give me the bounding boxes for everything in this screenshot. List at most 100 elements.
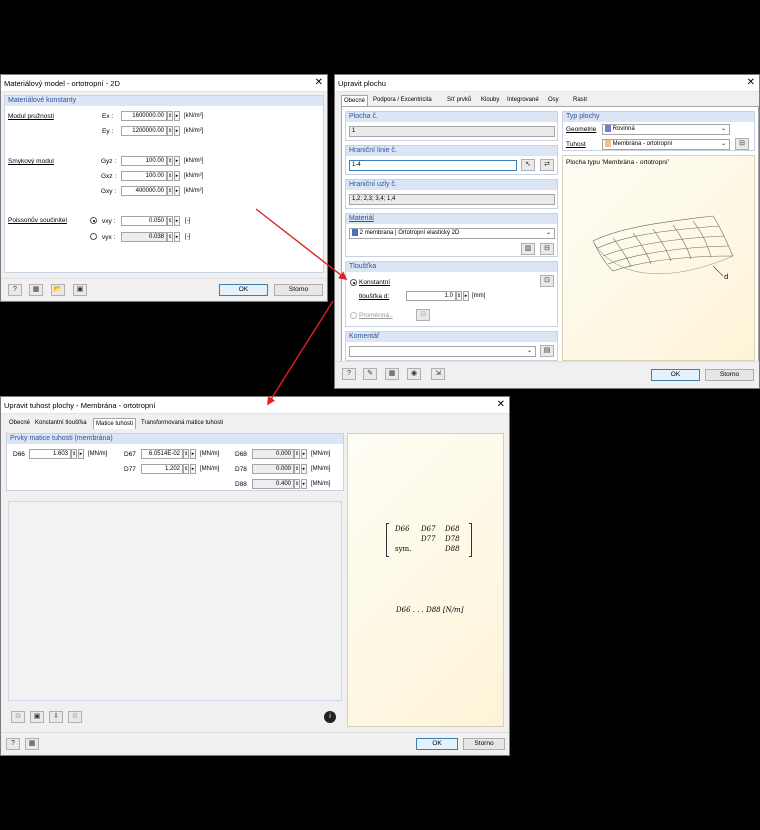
stiffness-color-icon [605,140,611,147]
material-library-icon[interactable]: ▥ [521,243,535,255]
vyx-input[interactable]: 0.038 [121,232,167,242]
ok-button[interactable]: OK [416,738,458,750]
d66-spinner[interactable]: ⇕ [71,449,77,459]
cancel-button[interactable]: Storno [463,738,505,750]
close-icon[interactable]: ✕ [497,400,505,410]
select-lines-icon[interactable]: ⇄ [540,159,554,171]
surface-preview: Plocha typu 'Membrána - ortotropní' d [562,155,755,361]
thickness-spinner[interactable]: ⇕ [456,291,462,301]
d67-arrow[interactable]: ▸ [190,449,196,459]
vxy-input[interactable]: 0.050 [121,216,167,226]
gyz-input[interactable]: 100.00 [121,156,167,166]
d77-spinner[interactable]: ⇕ [183,464,189,474]
pick-lines-icon[interactable]: ↖ [521,159,535,171]
vyx-radio[interactable] [90,233,97,240]
matrix-sym: sym. [395,545,412,553]
d77-input[interactable]: 1.202 [141,464,183,474]
tab-integrated[interactable]: Integrované [505,95,541,106]
d78-input[interactable]: 0.000 [252,464,294,474]
d88-spinner[interactable]: ⇕ [294,479,300,489]
ey-spinner[interactable]: ⇕ [167,126,173,136]
pick-icon[interactable]: ⇲ [431,368,445,380]
help-icon[interactable]: ? [342,368,356,380]
ok-button[interactable]: OK [219,284,268,296]
boundary-lines-input[interactable]: 1-4 [349,160,517,171]
cancel-button[interactable]: Storno [274,284,323,296]
d78-arrow[interactable]: ▸ [301,464,307,474]
units-icon[interactable]: ▦ [29,284,43,296]
tab-hinges[interactable]: Klouby [479,95,501,106]
tab-stiffness-matrix[interactable]: Matice tuhosti [93,418,137,429]
ey-arrow[interactable]: ▸ [174,126,180,136]
tab-general[interactable]: Obecné [341,95,369,106]
d68-spinner[interactable]: ⇕ [294,449,300,459]
thickness-input[interactable]: 1.0 [406,291,456,301]
gyz-arrow[interactable]: ▸ [174,156,180,166]
help-icon[interactable]: ? [6,738,20,750]
d88-arrow[interactable]: ▸ [301,479,307,489]
ex-input[interactable]: 1600000.00 [121,111,167,121]
units-icon[interactable]: ▦ [25,738,39,750]
view-icon[interactable]: ◉ [407,368,421,380]
d68-input[interactable]: 0.000 [252,449,294,459]
gxy-arrow[interactable]: ▸ [174,186,180,196]
copy-icon[interactable]: ⧉ [11,711,25,723]
stiffness-select[interactable]: Membrána - ortotropní ⌄ [602,139,730,150]
gyz-spinner[interactable]: ⇕ [167,156,173,166]
thickness-edit-icon[interactable]: ⊡ [540,275,554,287]
save-icon[interactable]: ▣ [73,284,87,296]
edit-icon[interactable]: ✎ [363,368,377,380]
tab-axes[interactable]: Osy [546,95,561,106]
ex-spinner[interactable]: ⇕ [167,111,173,121]
settings-icon[interactable]: ⚙ [68,711,82,723]
thickness-arrow[interactable]: ▸ [463,291,469,301]
ex-arrow[interactable]: ▸ [174,111,180,121]
material-select[interactable]: 2 membrana | Ortotropní elastický 2D ⌄ [349,228,555,239]
d88-input[interactable]: 0.400 [252,479,294,489]
gxz-arrow[interactable]: ▸ [174,171,180,181]
info-icon[interactable]: i [324,711,336,723]
d67-input[interactable]: 6.0514E-02 [141,449,183,459]
variable-radio[interactable] [350,312,357,319]
vyx-arrow[interactable]: ▸ [174,232,180,242]
d67-spinner[interactable]: ⇕ [183,449,189,459]
export-icon[interactable]: ⇩ [49,711,63,723]
vxy-arrow[interactable]: ▸ [174,216,180,226]
thickness-unit: [mm] [472,293,486,299]
gxz-spinner[interactable]: ⇕ [167,171,173,181]
tab-transformed-matrix[interactable]: Transformovaná matice tuhosti [139,418,225,429]
comment-library-icon[interactable]: ▤ [540,345,554,357]
gxy-input[interactable]: 400000.00 [121,186,167,196]
edit-material-icon[interactable]: ⊟ [540,243,554,255]
d77-arrow[interactable]: ▸ [190,464,196,474]
gxz-input[interactable]: 100.00 [121,171,167,181]
vxy-spinner[interactable]: ⇕ [167,216,173,226]
tab-grid[interactable]: Rastr [571,95,589,106]
units-icon[interactable]: ▦ [385,368,399,380]
constant-radio[interactable] [350,279,357,286]
vxy-radio[interactable] [90,217,97,224]
ey-input[interactable]: 1200000.00 [121,126,167,136]
open-icon[interactable]: 📂 [51,284,65,296]
comment-input[interactable]: ⌄ [349,346,536,357]
tab-mesh[interactable]: Síť prvků [445,95,473,106]
tab-general[interactable]: Obecné [7,418,32,429]
variable-edit-icon[interactable]: ⊟ [416,309,430,321]
close-icon[interactable]: ✕ [315,78,323,88]
geometry-select[interactable]: Rovinná ⌄ [602,124,730,135]
matrix-formula: D66 D67 D68 D77 D78 sym. D88 [386,523,472,557]
d66-input[interactable]: 1.603 [29,449,71,459]
tab-constant-thickness[interactable]: Konstantní tloušťka [33,418,89,429]
d68-arrow[interactable]: ▸ [301,449,307,459]
d78-spinner[interactable]: ⇕ [294,464,300,474]
close-icon[interactable]: ✕ [747,78,755,88]
gxy-spinner[interactable]: ⇕ [167,186,173,196]
help-icon[interactable]: ? [8,284,22,296]
cancel-button[interactable]: Storno [705,369,754,381]
save-icon[interactable]: ▣ [30,711,44,723]
vyx-spinner[interactable]: ⇕ [167,232,173,242]
edit-stiffness-icon[interactable]: ⊟ [735,138,749,150]
d66-arrow[interactable]: ▸ [78,449,84,459]
tab-support[interactable]: Podpora / Excentricita [371,95,434,106]
ok-button[interactable]: OK [651,369,700,381]
